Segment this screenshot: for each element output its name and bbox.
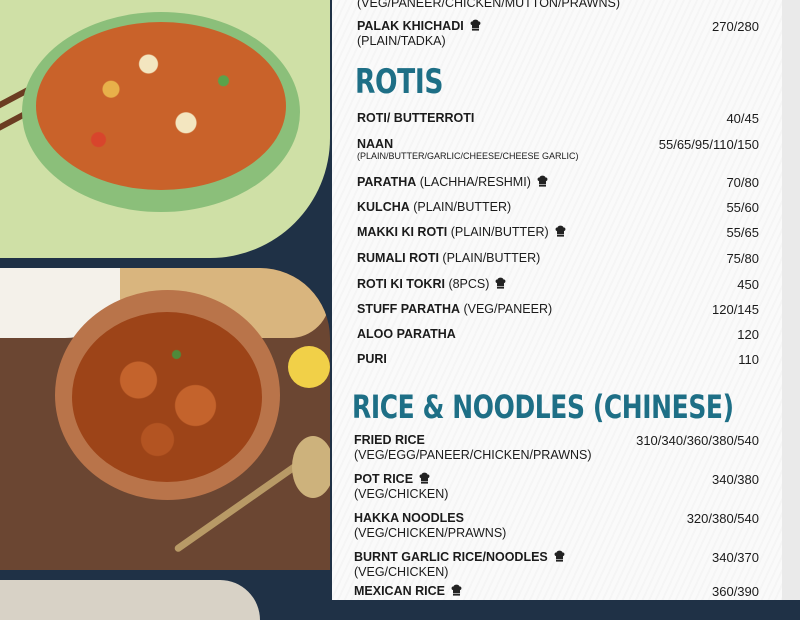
- item-price: 340/370: [712, 550, 759, 565]
- spoon-head: [292, 436, 330, 498]
- item-name: FRIED RICE: [354, 433, 425, 447]
- section-title-rice-noodles: RICE & NOODLES (CHINESE): [352, 388, 734, 426]
- item-name: POT RICE: [354, 472, 430, 486]
- item-name-text: POT RICE: [354, 472, 414, 486]
- item-sub-options: (VEG/CHICKEN): [354, 487, 449, 501]
- item-sub-options: (VEG/CHICKEN): [354, 565, 449, 579]
- rice-noodles-column: RICE & NOODLES (CHINESE) FRIED RICE (VEG/…: [352, 0, 759, 600]
- item-sub-options: (VEG/CHICKEN/PRAWNS): [354, 526, 507, 540]
- item-name-text: BURNT GARLIC RICE/NOODLES: [354, 550, 548, 564]
- curry-photo: [0, 268, 330, 570]
- item-name: MEXICAN RICE: [354, 584, 462, 598]
- item-price: 320/380/540: [686, 511, 759, 526]
- item-name: HAKKA NOODLES: [354, 511, 464, 525]
- item-name: BURNT GARLIC RICE/NOODLES: [354, 550, 565, 564]
- photo-column: [0, 0, 340, 620]
- chef-hat-icon: [451, 584, 462, 596]
- chef-hat-icon: [419, 472, 430, 484]
- lemon: [288, 346, 330, 388]
- item-name-text: MEXICAN RICE: [354, 584, 445, 598]
- chef-hat-icon: [554, 550, 565, 562]
- item-price: 310/340/360/380/540: [636, 433, 759, 448]
- item-sub-options: (VEG/EGG/PANEER/CHICKEN/PRAWNS): [354, 448, 592, 462]
- fried-rice-photo: [0, 0, 330, 258]
- item-name-text: FRIED RICE: [354, 433, 425, 447]
- dessert-photo: [0, 580, 260, 620]
- chicken-curry: [72, 312, 262, 482]
- item-price: 340/380: [712, 472, 759, 487]
- page-edge: [782, 0, 800, 600]
- fried-rice: [36, 22, 286, 190]
- item-price: 360/390: [712, 584, 759, 599]
- item-name-text: HAKKA NOODLES: [354, 511, 464, 525]
